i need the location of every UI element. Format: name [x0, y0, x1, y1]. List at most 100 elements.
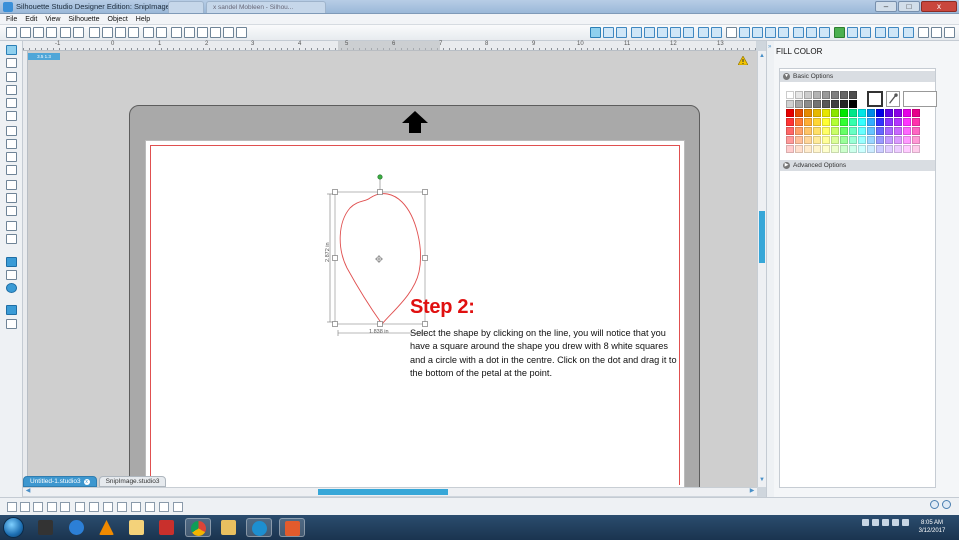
color-swatch[interactable]	[831, 136, 839, 144]
eraser-tool-icon[interactable]	[6, 221, 17, 231]
color-swatch[interactable]	[858, 136, 866, 144]
color-swatch[interactable]	[813, 145, 821, 153]
color-swatch[interactable]	[795, 100, 803, 108]
color-swatch[interactable]	[840, 127, 848, 135]
color-swatch[interactable]	[786, 145, 794, 153]
line-style-icon[interactable]	[683, 27, 694, 38]
tab-close-icon[interactable]: x	[83, 478, 90, 485]
color-swatch[interactable]	[840, 91, 848, 99]
taskbar-app[interactable]	[246, 518, 272, 537]
design-page-icon[interactable]	[6, 257, 17, 267]
replicate-icon[interactable]	[711, 27, 722, 38]
library-tool-icon[interactable]	[6, 270, 17, 280]
color-swatch[interactable]	[903, 118, 911, 126]
zoom-in-icon[interactable]	[184, 27, 195, 38]
eraser-icon[interactable]	[918, 27, 929, 38]
color-swatch[interactable]	[831, 100, 839, 108]
close-button[interactable]: x	[921, 1, 957, 12]
text-tool-icon[interactable]	[6, 206, 17, 216]
color-swatch[interactable]	[885, 109, 893, 117]
settings-icon[interactable]	[930, 500, 939, 509]
color-swatch[interactable]	[786, 136, 794, 144]
taskbar-app[interactable]	[216, 518, 242, 537]
color-swatch[interactable]	[813, 109, 821, 117]
doc-tab-untitled[interactable]: Untitled-1.studio3 x	[23, 476, 97, 487]
color-swatch[interactable]	[822, 118, 830, 126]
deselect-icon[interactable]	[20, 502, 30, 512]
fit-page-icon[interactable]	[236, 27, 247, 38]
color-swatch[interactable]	[786, 109, 794, 117]
color-swatch[interactable]	[894, 109, 902, 117]
select-all-icon[interactable]	[7, 502, 17, 512]
color-swatch[interactable]	[867, 109, 875, 117]
replicate-bottom-icon[interactable]	[145, 502, 155, 512]
color-swatch[interactable]	[840, 118, 848, 126]
trace-bottom-icon[interactable]	[131, 502, 141, 512]
rhinestone-icon[interactable]	[888, 27, 899, 38]
color-swatch[interactable]	[813, 118, 821, 126]
color-swatch[interactable]	[876, 127, 884, 135]
color-swatch[interactable]	[840, 145, 848, 153]
color-swatch[interactable]	[804, 118, 812, 126]
knife-tool-icon[interactable]	[6, 234, 17, 244]
design-store-icon[interactable]	[860, 27, 871, 38]
ungroup-icon[interactable]	[60, 502, 70, 512]
color-swatch[interactable]	[867, 127, 875, 135]
line-color-icon[interactable]	[644, 27, 655, 38]
edit-points-icon[interactable]	[6, 58, 17, 68]
color-swatch[interactable]	[786, 91, 794, 99]
color-swatch[interactable]	[876, 118, 884, 126]
minimize-button[interactable]: –	[875, 1, 897, 12]
color-swatch[interactable]	[840, 136, 848, 144]
color-swatch[interactable]	[885, 118, 893, 126]
ellipse-tool-icon[interactable]	[6, 111, 17, 121]
regular-polygon-icon[interactable]	[6, 180, 17, 190]
vertical-scroll-thumb[interactable]	[759, 211, 765, 263]
color-swatch[interactable]	[867, 136, 875, 144]
color-swatch[interactable]	[831, 118, 839, 126]
color-swatch[interactable]	[831, 91, 839, 99]
color-swatch[interactable]	[795, 127, 803, 135]
text-style-icon[interactable]	[726, 27, 737, 38]
color-swatch[interactable]	[867, 118, 875, 126]
fill-pattern-icon[interactable]	[657, 27, 668, 38]
trace-icon[interactable]	[778, 27, 789, 38]
open-icon[interactable]	[20, 27, 31, 38]
color-swatch[interactable]	[822, 136, 830, 144]
cut-send-icon[interactable]	[944, 27, 955, 38]
print-icon[interactable]	[60, 27, 71, 38]
fill-color-icon[interactable]	[631, 27, 642, 38]
eyedropper-icon[interactable]	[886, 91, 900, 107]
transform-icon[interactable]	[739, 27, 750, 38]
vertical-scrollbar[interactable]: ▲ ▼	[757, 51, 766, 487]
color-swatch[interactable]	[876, 145, 884, 153]
color-swatch[interactable]	[849, 109, 857, 117]
color-swatch[interactable]	[849, 127, 857, 135]
modify-icon[interactable]	[752, 27, 763, 38]
color-swatch[interactable]	[912, 118, 920, 126]
scale-icon[interactable]	[793, 27, 804, 38]
custom-color-swatch[interactable]	[903, 91, 937, 107]
scroll-up-icon[interactable]: ▲	[758, 53, 766, 60]
menu-edit[interactable]: Edit	[25, 14, 37, 24]
color-swatch[interactable]	[849, 145, 857, 153]
color-swatch[interactable]	[858, 145, 866, 153]
color-swatch[interactable]	[795, 136, 803, 144]
color-swatch[interactable]	[822, 91, 830, 99]
color-swatch[interactable]	[858, 109, 866, 117]
curve-tool-icon[interactable]	[6, 126, 17, 136]
arc-tool-icon[interactable]	[6, 139, 17, 149]
rectangle-tool-icon[interactable]	[6, 98, 17, 108]
library-store-icon[interactable]	[847, 27, 858, 38]
color-swatch[interactable]	[813, 100, 821, 108]
refresh-icon[interactable]	[942, 500, 951, 509]
color-swatch[interactable]	[885, 136, 893, 144]
color-swatch[interactable]	[876, 109, 884, 117]
collapse-panel-icon[interactable]: »	[768, 44, 771, 50]
color-swatch[interactable]	[822, 127, 830, 135]
color-swatch[interactable]	[822, 109, 830, 117]
redo-icon[interactable]	[156, 27, 167, 38]
knife-bottom-icon[interactable]	[159, 502, 169, 512]
advanced-options-header[interactable]: ▶ Advanced Options	[780, 160, 935, 171]
color-swatch[interactable]	[786, 118, 794, 126]
